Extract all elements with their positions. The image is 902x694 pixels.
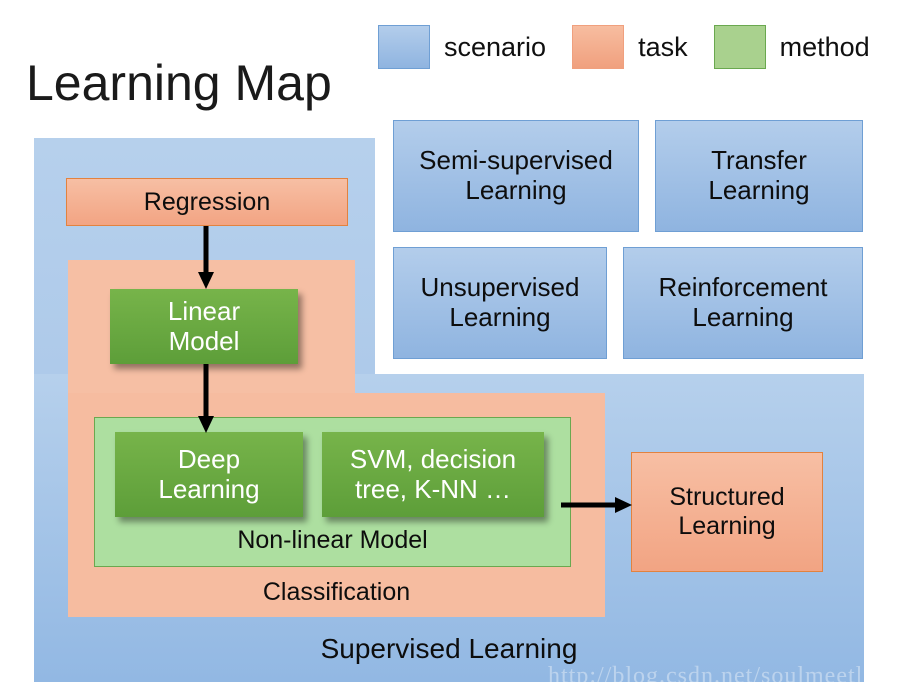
arrow-nonlinear-to-structured-learning (561, 497, 632, 513)
method-label-deep-learning: Deep Learning (158, 443, 260, 505)
scenario-label-line2: Learning (449, 302, 551, 332)
scenario-box-transfer-learning[interactable]: Transfer Learning (655, 120, 863, 232)
task-label-line1: Structured (669, 483, 785, 512)
legend-item-scenario: scenario (378, 25, 572, 69)
legend-label-scenario: scenario (444, 31, 547, 62)
square-swatch-orange-icon (572, 25, 625, 69)
scenario-box-semi-supervised-learning[interactable]: Semi-supervised Learning (393, 120, 639, 232)
legend: scenario task method (378, 25, 896, 69)
method-label-line2: Model (168, 325, 240, 356)
arrow-regression-to-linear-model (198, 226, 214, 289)
scenario-label-semi-supervised: Semi-supervised Learning (419, 145, 613, 206)
learning-map-diagram: Learning Map scenario task method Semi-s… (0, 0, 902, 694)
page-title: Learning Map (26, 55, 332, 111)
legend-item-task: task (572, 25, 714, 69)
scenario-label-line1: Transfer (711, 145, 807, 176)
scenario-label-line2: Learning (465, 175, 567, 205)
method-box-linear-model[interactable]: Linear Model (110, 289, 298, 364)
legend-label-task: task (638, 31, 688, 62)
task-label-structured-learning: Structured Learning (669, 483, 784, 541)
scenario-label-line2: Learning (708, 175, 810, 205)
scenario-label-line1: Unsupervised (420, 272, 580, 303)
scenario-box-unsupervised-learning[interactable]: Unsupervised Learning (393, 247, 607, 359)
method-label-line2: tree, K-NN … (354, 473, 512, 504)
legend-item-method: method (713, 25, 896, 69)
scenario-label-reinforcement: Reinforcement Learning (658, 272, 828, 333)
task-label-regression: Regression (143, 187, 271, 216)
scenario-box-reinforcement-learning[interactable]: Reinforcement Learning (623, 247, 863, 359)
method-label-line2: Learning (158, 473, 260, 504)
square-swatch-green-icon (713, 25, 766, 69)
task-label-line2: Learning (678, 512, 776, 540)
scenario-label-line1: Reinforcement (658, 272, 828, 303)
scenario-label-line2: Learning (692, 302, 794, 332)
method-label-line1: Linear (167, 295, 241, 326)
task-box-regression[interactable]: Regression (66, 178, 348, 226)
task-box-structured-learning[interactable]: Structured Learning (631, 452, 823, 572)
classification-label: Classification (262, 578, 411, 606)
scenario-label-line1: Semi-supervised (419, 145, 613, 176)
method-box-svm-decision-tree-knn[interactable]: SVM, decision tree, K-NN … (322, 432, 544, 517)
method-label-line1: SVM, decision (349, 443, 517, 474)
scenario-label-transfer: Transfer Learning (708, 145, 810, 206)
method-box-deep-learning[interactable]: Deep Learning (115, 432, 303, 517)
method-label-svm: SVM, decision tree, K-NN … (349, 443, 517, 505)
non-linear-model-label: Non-linear Model (237, 526, 428, 554)
legend-label-method: method (779, 31, 870, 62)
arrow-linear-model-to-deep-learning (198, 364, 214, 433)
square-swatch-blue-icon (378, 25, 430, 69)
scenario-label-unsupervised: Unsupervised Learning (420, 272, 580, 333)
method-label-linear-model: Linear Model (167, 295, 241, 357)
supervised-learning-label: Supervised Learning (320, 633, 578, 664)
method-label-line1: Deep (177, 443, 241, 474)
